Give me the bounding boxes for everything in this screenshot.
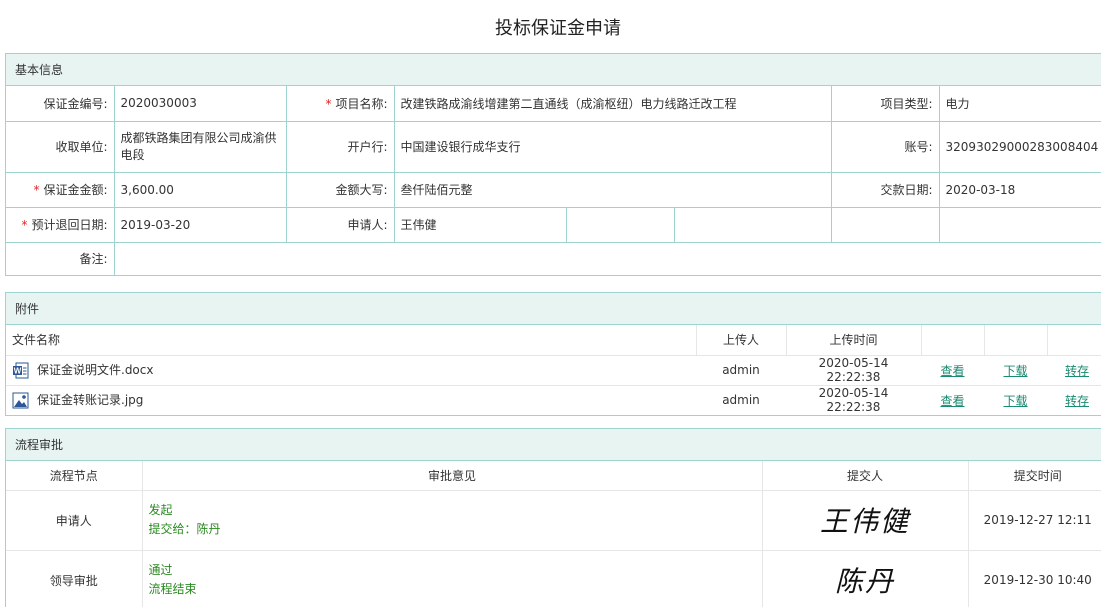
required-mark: * <box>33 183 40 197</box>
basic-info-table: 保证金编号: 2020030003 * 项目名称: 改建铁路成渝线增建第二直通线（… <box>6 86 1101 275</box>
empty-cell <box>831 207 940 243</box>
account-value: 32093029000283008404 <box>939 121 1101 173</box>
signature-image: 陈丹 <box>762 550 969 607</box>
pay-date-value: 2020-03-18 <box>939 172 1101 208</box>
project-type-label: 项目类型: <box>831 86 940 122</box>
project-name-value: 改建铁路成渝线增建第二直通线（成渝枢纽）电力线路迁改工程 <box>394 86 832 122</box>
col-opinion: 审批意见 <box>142 461 763 491</box>
workflow-note: 流程结束 <box>148 582 197 596</box>
col-empty <box>1046 325 1101 356</box>
workflow-row: 申请人 发起 提交给：陈丹 王伟健 2019-12-27 12:11 <box>6 490 1101 551</box>
deposit-no-value: 2020030003 <box>114 86 287 122</box>
workflow-time: 2019-12-27 12:11 <box>968 490 1101 551</box>
payee-value: 成都铁路集团有限公司成渝供电段 <box>114 121 287 173</box>
attachments-heading: 附件 <box>6 293 1101 325</box>
project-type-value: 电力 <box>939 86 1101 122</box>
workflow-node: 领导审批 <box>6 550 143 607</box>
signature: 陈丹 <box>834 565 895 598</box>
col-file-name: 文件名称 <box>6 325 696 356</box>
workflow-node: 申请人 <box>6 490 143 551</box>
workflow-row: 领导审批 通过 流程结束 陈丹 2019-12-30 10:40 <box>6 550 1101 607</box>
col-empty <box>983 325 1047 356</box>
attachment-name-cell: 保证金转账记录.jpg <box>6 385 696 415</box>
refund-date-value: 2019-03-20 <box>114 207 287 243</box>
signature: 王伟健 <box>819 505 910 538</box>
svg-text:W: W <box>14 367 22 376</box>
attachment-time: 2020-05-14 22:22:38 <box>818 386 889 415</box>
workflow-table: 流程节点 审批意见 提交人 提交时间 申请人 发起 提交给：陈丹 王伟健 201… <box>6 461 1101 607</box>
account-label: 账号: <box>831 121 940 173</box>
save-link[interactable]: 转存 <box>1065 394 1089 408</box>
amount-upper-label: 金额大写: <box>286 172 395 208</box>
word-doc-icon: W <box>12 362 29 379</box>
page-title: 投标保证金申请 <box>495 18 621 39</box>
payee-label: 收取单位: <box>6 121 115 173</box>
bank-value: 中国建设银行成华支行 <box>394 121 832 173</box>
col-uploader: 上传人 <box>695 325 786 356</box>
image-file-icon <box>12 392 29 409</box>
attachment-uploader: admin <box>722 393 760 408</box>
download-link[interactable]: 下载 <box>1003 364 1027 378</box>
col-submitter: 提交人 <box>762 461 969 491</box>
attachment-time: 2020-05-14 22:22:38 <box>786 355 921 386</box>
pay-date-label: 交款日期: <box>831 172 940 208</box>
workflow-opinion-cell: 发起 提交给：陈丹 <box>142 490 763 551</box>
workflow-opinion: 发起 <box>148 503 173 517</box>
save-link[interactable]: 转存 <box>1065 364 1089 378</box>
attachment-name: 保证金转账记录.jpg <box>37 393 144 408</box>
empty-cell <box>674 207 832 243</box>
col-node: 流程节点 <box>6 461 143 491</box>
amount-upper-value: 叁仟陆佰元整 <box>394 172 832 208</box>
workflow-note: 提交给：陈丹 <box>148 522 221 536</box>
deposit-no-label: 保证金编号: <box>6 86 115 122</box>
workflow-panel: 流程审批 流程节点 审批意见 提交人 提交时间 申请人 发起 提交给：陈丹 王伟… <box>5 428 1101 607</box>
required-mark: * <box>21 218 28 232</box>
view-link[interactable]: 查看 <box>940 394 964 408</box>
attachment-row: W 保证金说明文件.docx admin 2020-05-14 22:22:38… <box>6 355 1101 386</box>
col-submit-time: 提交时间 <box>968 461 1101 491</box>
signature-image: 王伟健 <box>762 490 969 551</box>
applicant-label: 申请人: <box>286 207 395 243</box>
attachment-name: 保证金说明文件.docx <box>37 363 154 377</box>
workflow-opinion: 通过 <box>148 563 173 577</box>
workflow-heading: 流程审批 <box>6 429 1101 461</box>
amount-value: 3,600.00 <box>114 172 287 208</box>
basic-info-heading: 基本信息 <box>6 54 1101 86</box>
view-link[interactable]: 查看 <box>940 364 964 378</box>
remark-value <box>114 242 1101 275</box>
download-link[interactable]: 下载 <box>1003 394 1027 408</box>
attachments-table: 文件名称 上传人 上传时间 W 保证金说明文件.docx admin 2020-… <box>6 325 1101 415</box>
applicant-value: 王伟健 <box>394 207 567 243</box>
required-mark: * <box>325 96 332 111</box>
remark-label: 备注: <box>6 242 115 275</box>
attachment-uploader: admin <box>696 355 786 386</box>
col-empty <box>920 325 984 356</box>
refund-date-label: * 预计退回日期: <box>6 207 115 243</box>
workflow-opinion-cell: 通过 流程结束 <box>142 550 763 607</box>
amount-label: * 保证金金额: <box>6 172 115 208</box>
attachment-row: 保证金转账记录.jpg admin 2020-05-14 22:22:38 查看… <box>6 385 1101 415</box>
attachments-panel: 附件 文件名称 上传人 上传时间 W 保证金说明文件.docx admin 20… <box>5 292 1101 416</box>
project-name-label: * 项目名称: <box>286 86 395 122</box>
attachment-name-cell: W 保证金说明文件.docx <box>6 355 696 386</box>
basic-info-panel: 基本信息 保证金编号: 2020030003 * 项目名称: 改建铁路成渝线增建第… <box>5 53 1101 276</box>
workflow-time: 2019-12-30 10:40 <box>968 550 1101 607</box>
col-upload-time: 上传时间 <box>785 325 921 356</box>
empty-cell <box>939 207 1101 243</box>
empty-cell <box>566 207 675 243</box>
bank-label: 开户行: <box>286 121 395 173</box>
